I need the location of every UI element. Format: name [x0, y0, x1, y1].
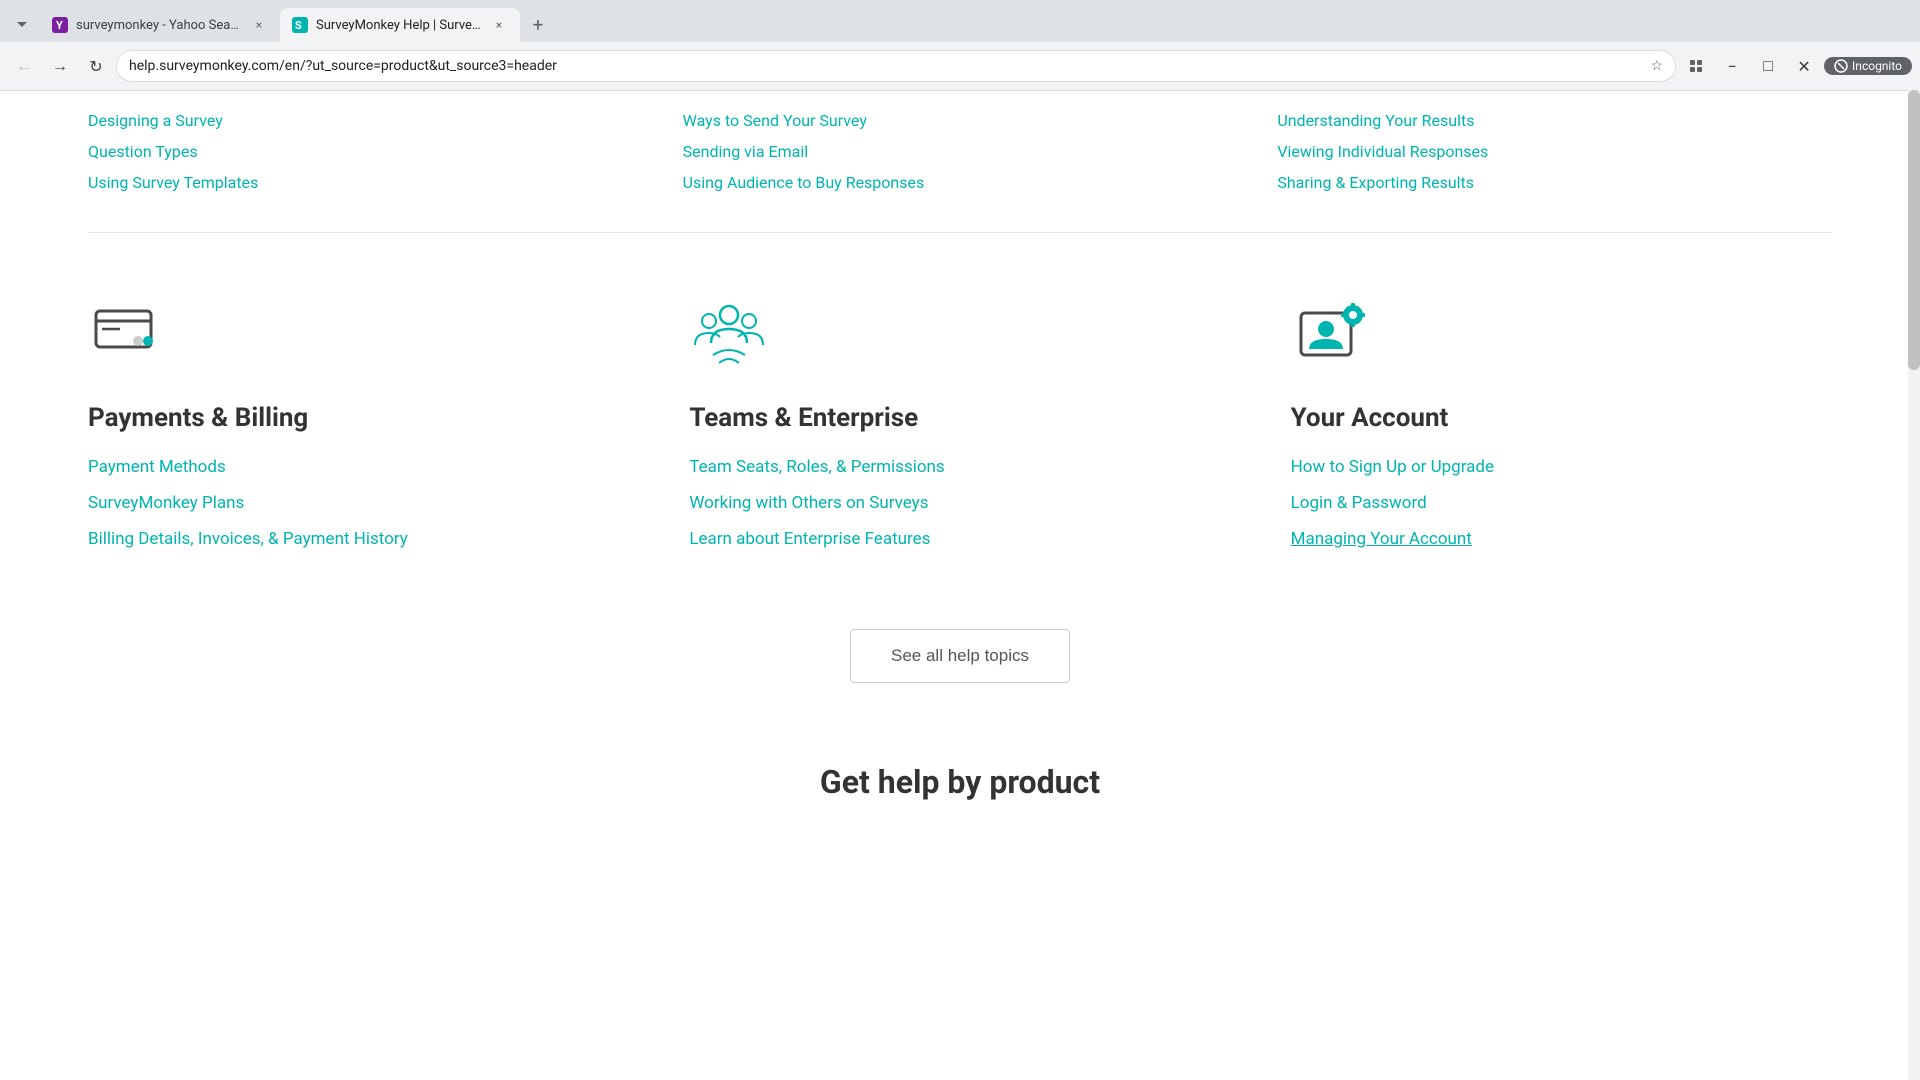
nav-bar: ← → ↻ help.surveymonkey.com/en/?ut_sourc… — [0, 42, 1920, 90]
tab-yahoo-close[interactable]: × — [250, 16, 268, 34]
link-ways-send[interactable]: Ways to Send Your Survey — [683, 111, 1238, 130]
star-icon[interactable]: ☆ — [1650, 58, 1663, 74]
link-templates[interactable]: Using Survey Templates — [88, 173, 643, 192]
browser-chrome: Y surveymonkey - Yahoo Search × S Survey… — [0, 0, 1920, 91]
get-help-section: Get help by product — [88, 743, 1832, 801]
incognito-badge: Incognito — [1824, 57, 1912, 75]
link-working-others[interactable]: Working with Others on Surveys — [689, 493, 1230, 513]
tab-surveymonkey[interactable]: S SurveyMonkey Help | SurveyM... × — [280, 8, 520, 42]
account-title: Your Account — [1291, 403, 1832, 433]
scrollbar[interactable] — [1908, 90, 1920, 1080]
tab-surveymonkey-title: SurveyMonkey Help | SurveyM... — [316, 18, 482, 33]
tab-surveymonkey-close[interactable]: × — [490, 16, 508, 34]
forward-button[interactable]: → — [44, 50, 76, 82]
link-plans[interactable]: SurveyMonkey Plans — [88, 493, 629, 513]
tab-dropdown-btn[interactable] — [8, 11, 36, 39]
top-links-col-2: Ways to Send Your Survey Sending via Ema… — [683, 111, 1238, 192]
link-payment-methods[interactable]: Payment Methods — [88, 457, 629, 477]
link-team-seats[interactable]: Team Seats, Roles, & Permissions — [689, 457, 1230, 477]
link-viewing[interactable]: Viewing Individual Responses — [1277, 142, 1832, 161]
teams-links: Team Seats, Roles, & Permissions Working… — [689, 457, 1230, 549]
get-help-title: Get help by product — [88, 763, 1832, 801]
payments-links: Payment Methods SurveyMonkey Plans Billi… — [88, 457, 629, 549]
account-icon — [1291, 293, 1371, 373]
link-billing-details[interactable]: Billing Details, Invoices, & Payment His… — [88, 529, 629, 549]
incognito-label: Incognito — [1852, 59, 1902, 73]
address-icons: ☆ — [1650, 58, 1663, 74]
new-tab-button[interactable]: + — [524, 11, 552, 39]
yahoo-favicon: Y — [52, 17, 68, 33]
back-button[interactable]: ← — [8, 50, 40, 82]
maximize-button[interactable]: □ — [1752, 50, 1784, 82]
svg-text:Y: Y — [56, 19, 63, 32]
account-links: How to Sign Up or Upgrade Login & Passwo… — [1291, 457, 1832, 549]
extensions-button[interactable] — [1680, 50, 1712, 82]
link-send-email[interactable]: Sending via Email — [683, 142, 1238, 161]
scrollbar-thumb[interactable] — [1908, 90, 1920, 370]
tab-yahoo-title: surveymonkey - Yahoo Search — [76, 18, 242, 33]
top-links-col-1: Designing a Survey Question Types Using … — [88, 111, 643, 192]
top-links-section: Designing a Survey Question Types Using … — [88, 91, 1832, 233]
see-all-section: See all help topics — [88, 609, 1832, 743]
top-links-col-3: Understanding Your Results Viewing Indiv… — [1277, 111, 1832, 192]
address-text: help.surveymonkey.com/en/?ut_source=prod… — [129, 58, 1642, 74]
payments-title: Payments & Billing — [88, 403, 629, 433]
link-audience[interactable]: Using Audience to Buy Responses — [683, 173, 1238, 192]
page-content: Designing a Survey Question Types Using … — [0, 91, 1920, 801]
link-understanding[interactable]: Understanding Your Results — [1277, 111, 1832, 130]
link-enterprise[interactable]: Learn about Enterprise Features — [689, 529, 1230, 549]
category-account: Your Account How to Sign Up or Upgrade L… — [1291, 293, 1832, 549]
surveymonkey-favicon: S — [292, 17, 308, 33]
tab-yahoo[interactable]: Y surveymonkey - Yahoo Search × — [40, 8, 280, 42]
category-teams: Teams & Enterprise Team Seats, Roles, & … — [689, 293, 1230, 549]
svg-text:S: S — [295, 19, 302, 32]
see-all-button[interactable]: See all help topics — [850, 629, 1070, 683]
link-managing[interactable]: Managing Your Account — [1291, 529, 1832, 549]
category-payments: Payments & Billing Payment Methods Surve… — [88, 293, 629, 549]
refresh-button[interactable]: ↻ — [80, 50, 112, 82]
link-sharing[interactable]: Sharing & Exporting Results — [1277, 173, 1832, 192]
categories-section: Payments & Billing Payment Methods Surve… — [88, 233, 1832, 609]
minimize-button[interactable]: − — [1716, 50, 1748, 82]
close-button[interactable]: ✕ — [1788, 50, 1820, 82]
teams-icon — [689, 293, 769, 373]
browser-action-buttons: − □ ✕ Incognito — [1680, 50, 1912, 82]
link-login[interactable]: Login & Password — [1291, 493, 1832, 513]
payment-icon — [88, 293, 168, 373]
link-designing[interactable]: Designing a Survey — [88, 111, 643, 130]
link-signup[interactable]: How to Sign Up or Upgrade — [1291, 457, 1832, 477]
address-bar[interactable]: help.surveymonkey.com/en/?ut_source=prod… — [116, 50, 1676, 82]
tab-bar: Y surveymonkey - Yahoo Search × S Survey… — [0, 0, 1920, 42]
link-question-types[interactable]: Question Types — [88, 142, 643, 161]
teams-title: Teams & Enterprise — [689, 403, 1230, 433]
